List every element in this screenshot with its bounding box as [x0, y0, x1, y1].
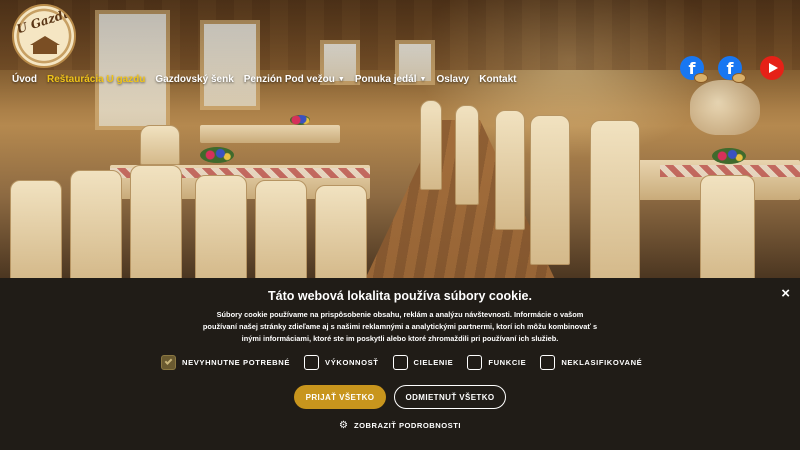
- consent-necessary[interactable]: NEVYHNUTNE POTREBNÉ: [161, 354, 291, 370]
- cookie-banner: × Táto webová lokalita používa súbory co…: [0, 278, 800, 450]
- consent-performance[interactable]: VÝKONNOSŤ: [304, 354, 379, 370]
- nav-item-kontakt[interactable]: Kontakt: [479, 74, 516, 85]
- checkbox[interactable]: [392, 354, 408, 370]
- nav-item-gazdovsky-senk[interactable]: Gazdovský šenk: [155, 74, 233, 85]
- cookie-title: Táto webová lokalita používa súbory cook…: [268, 289, 532, 303]
- nav-label: Oslavy: [436, 73, 470, 85]
- checkbox[interactable]: [161, 354, 176, 370]
- accept-all-button[interactable]: PRIJAŤ VŠETKO: [294, 385, 386, 409]
- consent-label: VÝKONNOSŤ: [325, 357, 379, 367]
- facebook-icon[interactable]: f: [680, 56, 708, 83]
- nav-label: Ponuka jedál: [354, 73, 417, 85]
- wooden-chair: [700, 175, 755, 280]
- nav-item-penzion[interactable]: Penzión Pod vežou ▼: [244, 74, 345, 85]
- checkbox[interactable]: [540, 354, 556, 370]
- cookie-description: Súbory cookie používame na prispôsobenie…: [202, 310, 598, 343]
- consent-label: CIELENIE: [413, 357, 454, 367]
- chevron-down-icon: ▼: [337, 75, 345, 83]
- main-nav: Úvod Reštaurácia U gazdu Gazdovský šenk …: [12, 72, 526, 86]
- badge-icon: [694, 73, 708, 83]
- nav-label: Reštaurácia U gazdu: [47, 73, 146, 85]
- wooden-chair: [195, 175, 247, 280]
- consent-options: NEVYHNUTNE POTREBNÉ VÝKONNOSŤ CIELENIE F…: [161, 354, 656, 370]
- consent-unclassified[interactable]: NEKLASIFIKOVANÉ: [540, 354, 643, 370]
- decline-all-button[interactable]: ODMIETNUŤ VŠETKO: [394, 385, 506, 409]
- wooden-chair: [140, 125, 180, 165]
- nav-label: Kontakt: [479, 73, 517, 85]
- wooden-chair: [420, 100, 442, 190]
- badge-icon: [732, 73, 746, 83]
- nav-item-oslavy[interactable]: Oslavy: [436, 74, 469, 85]
- nav-label: Gazdovský šenk: [155, 73, 234, 85]
- wooden-chair: [495, 110, 525, 230]
- site-logo[interactable]: U Gazdu: [12, 4, 76, 68]
- chevron-down-icon: ▼: [419, 75, 427, 83]
- consent-functionality[interactable]: FUNKCIE: [467, 354, 527, 370]
- flower-vase: [200, 147, 234, 163]
- nav-item-restauracia[interactable]: Reštaurácia U gazdu: [47, 74, 145, 85]
- nav-item-ponuka-jedal[interactable]: Ponuka jedál ▼: [355, 74, 427, 85]
- checkbox[interactable]: [467, 354, 483, 370]
- facebook-icon[interactable]: f: [718, 56, 746, 83]
- checkbox[interactable]: [304, 354, 320, 370]
- gear-icon: ⚙: [339, 420, 348, 431]
- show-details-link[interactable]: ⚙ ZOBRAZIŤ PODROBNOSTI: [0, 420, 800, 431]
- dining-table: [200, 125, 340, 143]
- consent-label: NEVYHNUTNE POTREBNÉ: [182, 357, 291, 367]
- flower-vase: [712, 148, 746, 164]
- wooden-chair: [590, 120, 640, 280]
- wooden-chair: [315, 185, 367, 280]
- house-icon: [30, 36, 60, 54]
- wooden-chair: [10, 180, 62, 280]
- hero-restaurant-photo: [0, 0, 800, 280]
- nav-label: Penzión Pod vežou: [243, 73, 335, 85]
- consent-label: NEKLASIFIKOVANÉ: [561, 357, 643, 367]
- wooden-chair: [70, 170, 122, 280]
- wooden-chair: [130, 165, 182, 280]
- play-icon: [768, 63, 778, 73]
- hero-shade: [0, 0, 800, 110]
- check-icon: [164, 357, 173, 365]
- details-label: ZOBRAZIŤ PODROBNOSTI: [353, 421, 461, 430]
- nav-item-uvod[interactable]: Úvod: [12, 74, 37, 85]
- youtube-icon[interactable]: [760, 56, 784, 80]
- wooden-chair: [255, 180, 307, 280]
- wooden-chair: [530, 115, 570, 265]
- flower-vase: [290, 115, 310, 125]
- wooden-chair: [455, 105, 479, 205]
- consent-label: FUNKCIE: [488, 357, 527, 367]
- consent-targeting[interactable]: CIELENIE: [392, 354, 454, 370]
- nav-label: Úvod: [12, 73, 37, 85]
